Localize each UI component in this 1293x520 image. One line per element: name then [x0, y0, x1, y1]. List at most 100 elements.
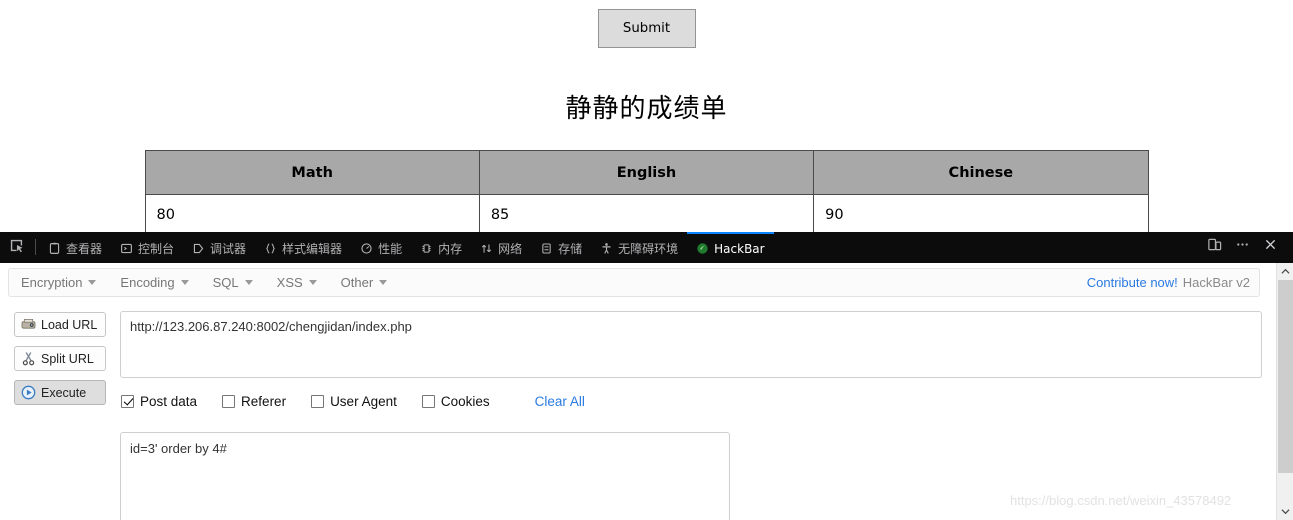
menu-label: Encoding [120, 275, 175, 290]
play-icon [20, 385, 36, 401]
scrollbar-down-arrow[interactable] [1277, 503, 1293, 520]
menu-encryption[interactable]: Encryption [9, 269, 108, 296]
hackbar-action-buttons: Load URL Split URL Execute [14, 312, 106, 414]
menu-xss[interactable]: XSS [265, 269, 329, 296]
checkbox-box[interactable] [121, 395, 134, 408]
devtools-toolbar: 查看器 控制台 调试器 样式编辑器 性能 内存 网络 存储 无障碍环境 Hack… [0, 232, 1293, 263]
chevron-down-icon [379, 280, 388, 285]
more-options-icon [1235, 237, 1250, 257]
scrollbar-up-arrow[interactable] [1277, 263, 1293, 280]
checkbox-box[interactable] [311, 395, 325, 408]
checkbox-box[interactable] [421, 395, 435, 408]
tab-hackbar[interactable]: HackBar [687, 232, 774, 262]
tab-network[interactable]: 网络 [471, 232, 531, 262]
button-label: Load URL [41, 317, 98, 332]
style-editor-icon [264, 242, 277, 255]
checkbox-post-data[interactable]: Post data [121, 394, 197, 409]
tab-label: 查看器 [66, 242, 103, 256]
tab-memory[interactable]: 内存 [411, 232, 471, 262]
button-label: Split URL [41, 351, 94, 366]
table-header-row: Math English Chinese [144, 150, 1149, 195]
post-data-input[interactable] [120, 432, 730, 520]
accessibility-icon [600, 242, 613, 255]
button-label: Execute [41, 385, 87, 400]
tab-console[interactable]: 控制台 [111, 232, 183, 262]
checkbox-label: User Agent [330, 394, 397, 409]
memory-icon [420, 242, 433, 255]
responsive-design-icon [1207, 237, 1222, 257]
storage-icon [540, 242, 553, 255]
checkbox-label: Cookies [440, 394, 490, 409]
tab-accessibility[interactable]: 无障碍环境 [591, 232, 687, 262]
tab-label: HackBar [714, 241, 765, 256]
cell-math-score: 80 [144, 194, 480, 232]
close-icon [1263, 237, 1278, 257]
panel-scrollbar[interactable] [1276, 263, 1293, 520]
tab-label: 网络 [498, 242, 523, 256]
contribute-link[interactable]: Contribute now! [1087, 275, 1178, 290]
scissors-icon [20, 351, 36, 367]
menu-label: XSS [276, 275, 303, 290]
tab-label: 存储 [558, 242, 583, 256]
split-url-button[interactable]: Split URL [14, 346, 106, 371]
responsive-design-button[interactable] [1201, 232, 1227, 263]
score-table: Math English Chinese 80 85 90 [144, 150, 1149, 232]
menu-other[interactable]: Other [329, 269, 400, 296]
checkbox-label: Referer [241, 394, 287, 409]
tab-label: 内存 [438, 242, 463, 256]
tab-inspector[interactable]: 查看器 [39, 232, 111, 262]
scrollbar-track[interactable] [1277, 280, 1293, 503]
execute-button[interactable]: Execute [14, 380, 106, 405]
tab-label: 调试器 [210, 242, 247, 256]
menu-label: Encryption [21, 275, 83, 290]
tab-label: 性能 [378, 242, 403, 256]
clear-all-link[interactable]: Clear All [535, 394, 585, 409]
checkbox-cookies[interactable]: Cookies [421, 394, 490, 409]
tab-storage[interactable]: 存储 [531, 232, 591, 262]
hackbar-icon [696, 242, 709, 255]
network-icon [480, 242, 493, 255]
url-input[interactable] [120, 311, 1262, 378]
chevron-down-icon [308, 280, 317, 285]
submit-button-container: Submit [0, 0, 1293, 48]
chevron-down-icon [180, 280, 189, 285]
menu-encoding[interactable]: Encoding [108, 269, 200, 296]
tab-performance[interactable]: 性能 [351, 232, 411, 262]
hackbar-menubar-right: Contribute now! HackBar v2 [1087, 275, 1259, 290]
chevron-down-icon [244, 280, 253, 285]
hackbar-content: Encryption Encoding SQL XSS Other Contri… [0, 263, 1276, 520]
debugger-icon [192, 242, 205, 255]
load-url-icon [20, 317, 36, 333]
tab-label: 样式编辑器 [282, 242, 343, 256]
checkbox-box[interactable] [222, 395, 236, 408]
table-row: 80 85 90 [144, 194, 1149, 232]
tab-debugger[interactable]: 调试器 [183, 232, 255, 262]
column-header-math: Math [144, 150, 480, 195]
page-title: 静静的成绩单 [565, 94, 728, 124]
rendered-page-area: Submit 静静的成绩单 Math English Chinese 80 85… [0, 0, 1293, 232]
hackbar-options-row: Post data Referer User Agent Cookies Cle… [121, 394, 585, 409]
hackbar-menubar: Encryption Encoding SQL XSS Other Contri… [8, 268, 1260, 297]
column-header-chinese: Chinese [813, 150, 1149, 195]
load-url-button[interactable]: Load URL [14, 312, 106, 337]
devtools-tab-list: 查看器 控制台 调试器 样式编辑器 性能 内存 网络 存储 无障碍环境 Hack… [39, 232, 1201, 262]
hackbar-version-label: HackBar v2 [1182, 275, 1250, 290]
menu-label: SQL [212, 275, 239, 290]
element-picker-button[interactable] [0, 232, 32, 263]
toolbar-divider [35, 239, 36, 255]
more-options-button[interactable] [1229, 232, 1255, 263]
checkbox-referer[interactable]: Referer [222, 394, 286, 409]
submit-button[interactable]: Submit [597, 9, 696, 48]
inspector-icon [48, 242, 61, 255]
menu-sql[interactable]: SQL [201, 269, 265, 296]
column-header-english: English [478, 150, 815, 195]
chevron-down-icon [88, 280, 97, 285]
close-devtools-button[interactable] [1257, 232, 1283, 263]
scrollbar-thumb[interactable] [1278, 280, 1293, 473]
checkbox-user-agent[interactable]: User Agent [311, 394, 397, 409]
tab-style-editor[interactable]: 样式编辑器 [255, 232, 351, 262]
tab-label: 控制台 [138, 242, 175, 256]
checkbox-label: Post data [140, 394, 198, 409]
console-icon [120, 242, 133, 255]
hackbar-panel: Encryption Encoding SQL XSS Other Contri… [0, 263, 1293, 520]
